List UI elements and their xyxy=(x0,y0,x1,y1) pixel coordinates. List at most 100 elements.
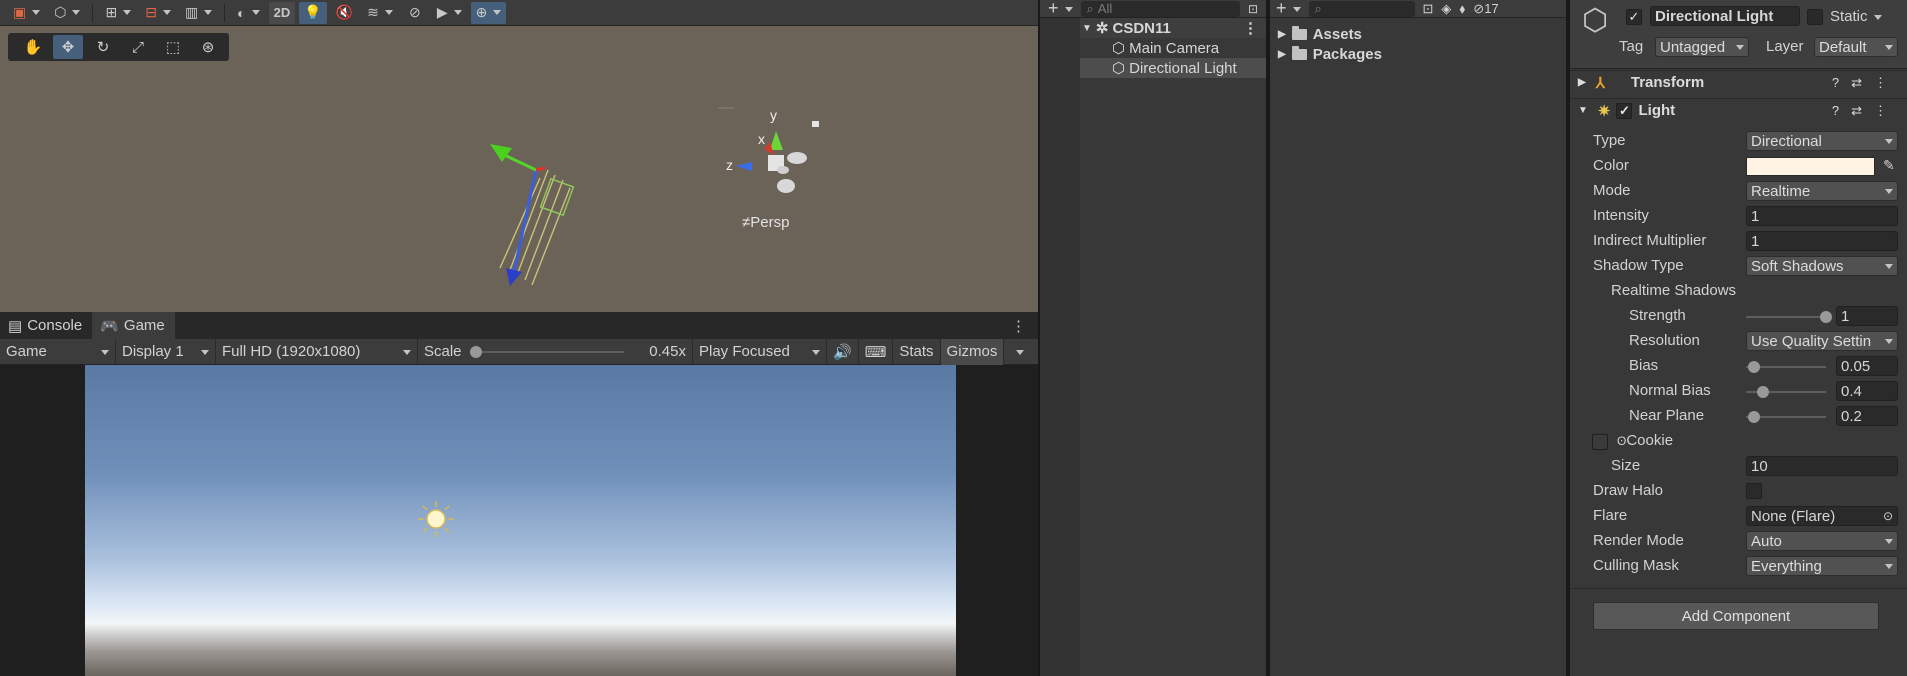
layer-dropdown[interactable]: Default xyxy=(1814,37,1898,57)
create-button[interactable]: + xyxy=(1048,0,1073,19)
transform-tool[interactable]: ⊛ xyxy=(193,35,223,59)
hierarchy-search-input[interactable]: ⌕ All xyxy=(1080,0,1240,17)
chevron-down-icon xyxy=(1885,44,1893,50)
project-create-button[interactable]: + xyxy=(1276,0,1301,19)
rotate-tool[interactable]: ↻ xyxy=(88,35,118,59)
strength-slider[interactable] xyxy=(1746,316,1826,318)
color-swatch[interactable] xyxy=(1746,157,1875,176)
draw-halo-checkbox[interactable] xyxy=(1746,483,1762,499)
play-mode-dropdown[interactable]: Play Focused xyxy=(693,338,827,365)
grid-visibility-button[interactable]: ▥ xyxy=(180,2,217,24)
axis-y-label: y xyxy=(770,107,777,123)
view-mode-dropdown[interactable]: Game xyxy=(0,338,116,365)
hierarchy-item-selected[interactable]: ⬡ Directional Light xyxy=(1080,58,1266,78)
project-search-input[interactable]: ⌕ xyxy=(1308,0,1415,17)
active-checkbox[interactable]: ✓ xyxy=(1626,9,1642,25)
hierarchy-item[interactable]: ⬡ Main Camera xyxy=(1080,38,1266,58)
light-component-header[interactable]: ▼ ✷ ✓ Light ?⇄⋮ xyxy=(1570,98,1907,122)
transform-component-header[interactable]: ▶ ⅄ Transform ?⇄⋮ xyxy=(1570,70,1907,94)
gizmos-toggle[interactable]: Gizmos xyxy=(940,338,1005,365)
static-checkbox[interactable] xyxy=(1807,9,1823,25)
search-by-label-icon[interactable]: ◈ xyxy=(1441,1,1451,17)
indirect-multiplier-label: Indirect Multiplier xyxy=(1593,232,1707,249)
bias-slider-knob[interactable] xyxy=(1748,361,1760,373)
bias-field[interactable]: 0.05 xyxy=(1836,356,1898,376)
orientation-gizmo[interactable] xyxy=(718,107,819,193)
lighting-toggle[interactable]: 💡 xyxy=(299,1,327,24)
cookie-foldout[interactable] xyxy=(1592,434,1608,450)
draw-mode-button[interactable]: ▣ xyxy=(8,2,45,24)
mode-dropdown[interactable]: Realtime xyxy=(1746,181,1898,201)
scene-view[interactable]: y x z ≠Persp ▣ ⬡ ⊞ ⊟ ▥ ◐ 2D 💡 🔇 ≋ ⊘ ▶ ⊕ … xyxy=(0,0,1038,312)
tag-dropdown[interactable]: Untagged xyxy=(1655,37,1749,57)
rect-tool[interactable]: ⬚ xyxy=(158,35,188,59)
projection-toggle[interactable]: ≠Persp xyxy=(742,214,789,231)
intensity-field[interactable]: 1 xyxy=(1746,206,1898,226)
gizmos-dropdown[interactable] xyxy=(1004,339,1030,365)
resolution-dropdown[interactable]: Full HD (1920x1080) xyxy=(216,338,418,365)
flare-object-field[interactable]: None (Flare) ⊙ xyxy=(1746,506,1898,526)
component-actions[interactable]: ?⇄⋮ xyxy=(1832,75,1899,91)
grid-snap-button[interactable]: ⊞ xyxy=(100,2,136,24)
stats-toggle[interactable]: Stats xyxy=(893,338,941,365)
console-icon: ▤ xyxy=(8,317,23,335)
folder-row[interactable]: ▶ Packages xyxy=(1270,44,1566,64)
display-dropdown[interactable]: Display 1 xyxy=(116,338,216,365)
expand-down-icon: ▼ xyxy=(1578,105,1588,116)
shading-mode-button[interactable]: ◐ xyxy=(232,2,264,24)
light-enabled-checkbox[interactable]: ✓ xyxy=(1616,102,1633,119)
strength-field[interactable]: 1 xyxy=(1836,306,1898,326)
mute-audio-toggle[interactable]: 🔊 xyxy=(827,338,859,365)
strength-slider-knob[interactable] xyxy=(1820,311,1832,323)
scene-toolbar: ▣ ⬡ ⊞ ⊟ ▥ ◐ 2D 💡 🔇 ≋ ⊘ ▶ ⊕ xyxy=(0,0,1038,26)
add-component-button[interactable]: Add Component xyxy=(1593,602,1879,630)
indirect-multiplier-field[interactable]: 1 xyxy=(1746,231,1898,251)
hand-tool[interactable]: ✋ xyxy=(18,35,48,59)
normal-bias-slider-knob[interactable] xyxy=(1757,386,1769,398)
view-mode-label: Game xyxy=(6,343,47,360)
scale-tool[interactable]: ⤢ xyxy=(123,35,153,59)
render-mode-dropdown[interactable]: Auto xyxy=(1746,531,1898,551)
shadow-type-dropdown[interactable]: Soft Shadows xyxy=(1746,256,1898,276)
size-field[interactable]: 10 xyxy=(1746,456,1898,476)
camera-icon: ▶ xyxy=(436,4,448,20)
camera-settings-button[interactable]: ▶ xyxy=(432,2,467,24)
scale-slider-knob[interactable] xyxy=(469,345,482,358)
move-tool[interactable]: ✥ xyxy=(53,35,83,59)
near-plane-field[interactable]: 0.2 xyxy=(1836,406,1898,426)
normal-bias-field[interactable]: 0.4 xyxy=(1836,381,1898,401)
search-options-icon[interactable]: ⊡ xyxy=(1248,2,1258,16)
static-dropdown[interactable]: Static xyxy=(1830,8,1882,25)
effects-button[interactable]: ≋ xyxy=(362,2,398,24)
tab-console[interactable]: ▤ Console xyxy=(0,312,92,339)
intensity-label: Intensity xyxy=(1593,207,1649,224)
cookie-label: Cookie xyxy=(1626,432,1674,449)
gizmos-button[interactable]: ⊕ xyxy=(470,1,507,24)
hidden-packages-toggle[interactable]: ⊘17 xyxy=(1473,1,1498,17)
folder-row[interactable]: ▶ Assets xyxy=(1270,24,1566,44)
game-more-menu[interactable]: ⋮ xyxy=(1011,312,1038,339)
resolution-dropdown[interactable]: Use Quality Settin xyxy=(1746,331,1898,351)
game-render[interactable] xyxy=(85,365,956,676)
component-actions[interactable]: ?⇄⋮ xyxy=(1832,103,1899,119)
snap-icon: ⊟ xyxy=(145,4,157,20)
culling-mask-dropdown[interactable]: Everything xyxy=(1746,556,1898,576)
near-plane-slider-knob[interactable] xyxy=(1748,411,1760,423)
scale-slider[interactable] xyxy=(469,345,624,358)
render-paths-button[interactable]: ⬡ xyxy=(49,2,85,24)
search-by-type-icon[interactable]: ⊡ xyxy=(1423,1,1434,17)
inspector-panel: ⬡ ✓ Directional Light Static Tag Untagge… xyxy=(1570,0,1907,676)
scene-menu-icon[interactable]: ⋮ xyxy=(1243,19,1258,37)
object-picker-icon[interactable]: ⊙ xyxy=(1883,509,1893,523)
increment-snap-button[interactable]: ⊟ xyxy=(140,2,176,24)
shortcuts-toggle[interactable]: ⌨ xyxy=(859,338,894,365)
type-dropdown[interactable]: Directional xyxy=(1746,131,1898,151)
tab-game[interactable]: 🎮 Game xyxy=(92,312,175,339)
eyedropper-icon[interactable]: ✎ xyxy=(1883,157,1895,174)
audio-toggle[interactable]: 🔇 xyxy=(331,2,358,24)
hidden-objects-toggle[interactable]: ⊘ xyxy=(402,2,428,24)
mode-2d-button[interactable]: 2D xyxy=(268,1,296,24)
tag-icon[interactable]: ⬧ xyxy=(1459,1,1465,17)
object-name-field[interactable]: Directional Light xyxy=(1650,6,1800,26)
scene-row[interactable]: ▼ ✲ CSDN11 ⋮ xyxy=(1080,18,1266,38)
